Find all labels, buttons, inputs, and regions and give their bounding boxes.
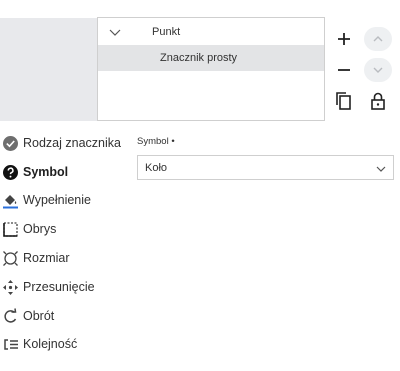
nav-item-obrys[interactable]: Obrys (0, 217, 132, 241)
nav-item-kolejnosc[interactable]: Kolejność (0, 332, 132, 356)
paint-bucket-icon (2, 192, 19, 209)
resize-icon (2, 250, 19, 267)
nav-item-label: Wypełnienie (23, 193, 91, 207)
symbol-select[interactable]: Koło (137, 155, 394, 180)
nav-item-label: Rodzaj znacznika (23, 136, 121, 150)
chevron-down-icon (373, 67, 383, 73)
nav-item-rozmiar[interactable]: Rozmiar (0, 246, 132, 270)
remove-layer-button[interactable] (331, 57, 357, 83)
copy-icon (336, 92, 351, 110)
duplicate-layer-button[interactable] (331, 88, 357, 114)
chevron-down-icon[interactable] (108, 19, 122, 45)
tree-item-label: Znacznik prosty (160, 52, 238, 64)
plus-icon (338, 33, 350, 45)
nav-item-wypelnienie[interactable]: Wypełnienie (0, 188, 132, 212)
nav-item-przesuniecie[interactable]: Przesunięcie (0, 275, 132, 299)
dashed-square-icon (2, 221, 19, 238)
nav-item-label: Obrys (23, 222, 57, 236)
check-circle-icon (2, 135, 19, 152)
symbol-select-value: Koło (145, 162, 168, 174)
move-up-button[interactable] (364, 27, 392, 51)
tree-item-punkt[interactable]: Punkt (98, 19, 324, 45)
symbol-preview (0, 18, 97, 121)
add-layer-button[interactable] (331, 26, 357, 52)
chevron-up-icon (373, 36, 383, 42)
nav-item-label: Przesunięcie (23, 280, 95, 294)
move-arrows-icon (2, 279, 19, 296)
symbol-field-label: Symbol • (137, 136, 175, 147)
order-icon (2, 336, 19, 353)
nav-item-rodzaj-znacznika[interactable]: Rodzaj znacznika (0, 131, 132, 155)
nav-item-obrot[interactable]: Obrót (0, 304, 132, 328)
question-circle-icon (2, 164, 19, 181)
nav-item-label: Rozmiar (23, 251, 70, 265)
nav-item-label: Obrót (23, 309, 55, 323)
nav-item-label: Kolejność (23, 337, 78, 351)
symbol-layer-tree: Punkt Znacznik prosty (97, 17, 325, 121)
lock-layer-button[interactable] (365, 88, 391, 114)
lock-icon (371, 92, 385, 110)
chevron-down-icon (375, 162, 387, 174)
tree-item-znacznik-prosty[interactable]: Znacznik prosty (98, 45, 324, 71)
nav-item-label: Symbol (23, 165, 69, 179)
rotate-icon (2, 308, 19, 325)
tree-item-label: Punkt (152, 26, 181, 38)
nav-item-symbol[interactable]: Symbol (0, 160, 132, 184)
move-down-button[interactable] (364, 58, 392, 82)
minus-icon (338, 69, 350, 71)
